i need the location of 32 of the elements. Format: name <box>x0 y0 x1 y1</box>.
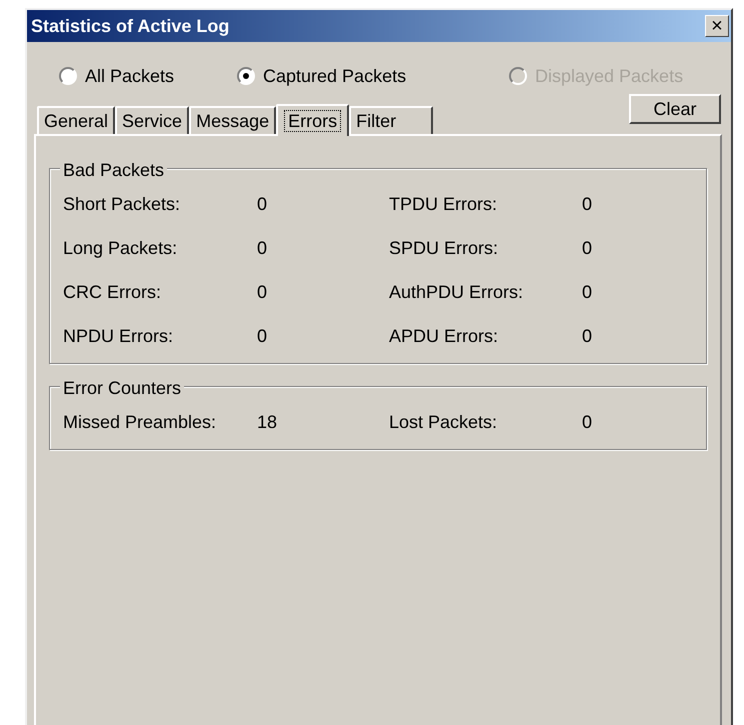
field-value: 0 <box>257 238 268 258</box>
field-label: NPDU Errors: <box>63 326 174 346</box>
radio-label: All Packets <box>85 64 174 88</box>
field-label: Short Packets: <box>63 194 180 214</box>
radio-label: Captured Packets <box>263 64 406 88</box>
tab[interactable]: General <box>37 106 116 134</box>
field-label: SPDU Errors: <box>389 238 498 258</box>
field-value: 0 <box>582 282 592 302</box>
close-button[interactable]: × <box>705 15 729 37</box>
field-value: 0 <box>582 238 592 258</box>
field-label: APDU Errors: <box>389 326 498 346</box>
tab[interactable]: Service <box>115 106 190 134</box>
field-value: 0 <box>257 194 268 214</box>
field-label: Missed Preambles: <box>63 412 216 432</box>
tab[interactable]: Message <box>189 106 276 134</box>
field-label: Long Packets: <box>63 238 178 258</box>
field-value: 0 <box>582 194 592 214</box>
tab[interactable]: Filter <box>349 106 434 134</box>
field-value: 0 <box>582 412 592 432</box>
clear-button[interactable]: Clear <box>629 94 721 124</box>
field-value: 0 <box>257 282 268 302</box>
field-label: Lost Packets: <box>389 412 498 432</box>
tab[interactable]: Errors <box>276 104 350 136</box>
field-label: TPDU Errors: <box>389 194 497 214</box>
field-value: 18 <box>257 412 278 432</box>
field-value: 0 <box>582 326 592 346</box>
field-label: AuthPDU Errors: <box>389 282 524 302</box>
field-value: 0 <box>257 326 268 346</box>
field-label: CRC Errors: <box>63 282 161 302</box>
radio-button[interactable] <box>237 67 255 85</box>
window-title: Statistics of Active Log <box>30 14 230 38</box>
radio-button[interactable] <box>59 67 77 85</box>
